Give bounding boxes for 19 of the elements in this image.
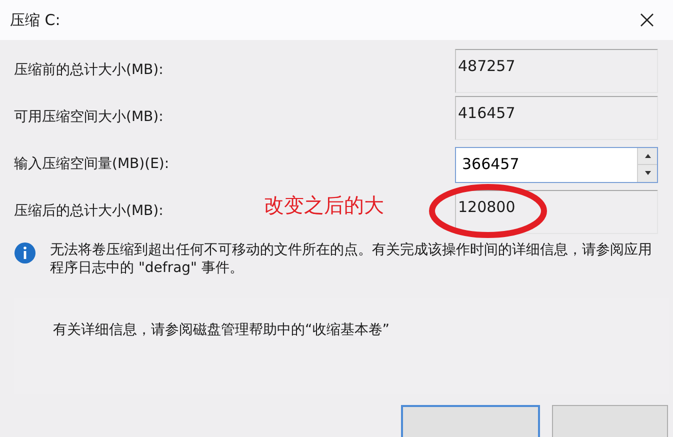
field-label: 输入压缩空间量(MB)(E): bbox=[14, 155, 170, 174]
window-title: 压缩 C: bbox=[10, 10, 60, 31]
field-label: 压缩前的总计大小(MB): bbox=[14, 61, 164, 80]
field-label: 压缩后的总计大小(MB): bbox=[14, 202, 164, 221]
help-text: 有关详细信息，请参阅磁盘管理帮助中的“收缩基本卷” bbox=[53, 322, 390, 338]
info-icon bbox=[14, 242, 36, 264]
down-arrow-icon bbox=[644, 171, 650, 176]
up-arrow-icon bbox=[644, 154, 650, 158]
spin-field[interactable]: 366457 bbox=[455, 146, 658, 182]
spin-up-button[interactable] bbox=[638, 148, 657, 164]
spin-down-button[interactable] bbox=[638, 164, 657, 182]
readonly-field: 487257 bbox=[455, 48, 658, 92]
readonly-field: 120800 bbox=[455, 190, 658, 234]
dialog-button[interactable] bbox=[401, 405, 540, 437]
info-message: 无法将卷压缩到超出任何不可移动的文件所在的点。有关完成该操作时间的详细信息，请参阅应用程序日志中的 "defrag" 事件。 bbox=[50, 241, 653, 277]
annotation-text: 改变之后的大 bbox=[264, 192, 384, 219]
field-label: 可用压缩空间大小(MB): bbox=[14, 108, 164, 127]
close-icon bbox=[640, 13, 654, 27]
readonly-field: 416457 bbox=[455, 96, 658, 140]
